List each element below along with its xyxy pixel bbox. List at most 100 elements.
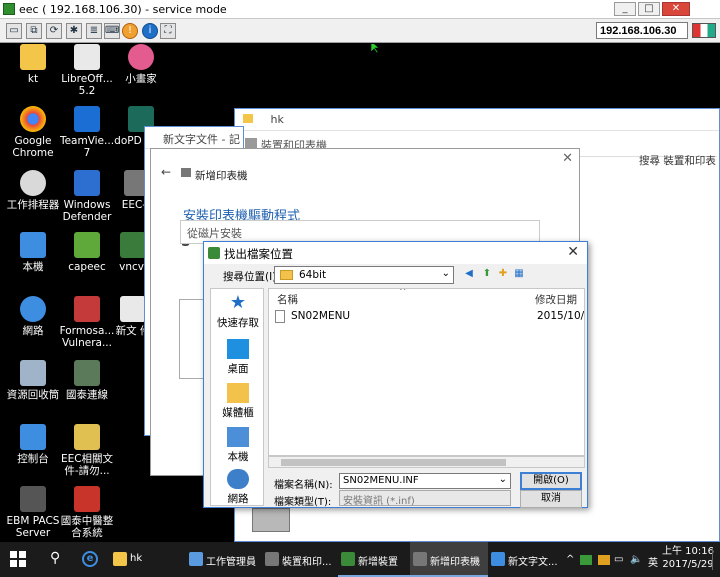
desktop-icon-paint[interactable]: 小畫家 bbox=[112, 44, 170, 85]
maximize-button[interactable]: □ bbox=[638, 2, 660, 16]
internet-explorer-icon[interactable]: e bbox=[82, 551, 98, 567]
document-icon bbox=[74, 44, 100, 70]
taskbar: ⚲ e hk 工作管理員 裝置和印... 新增裝置 新增印表機 新文字文... … bbox=[0, 542, 720, 577]
windows-start-icon[interactable] bbox=[10, 551, 26, 567]
desktop-icon-this-pc[interactable]: 本機 bbox=[4, 232, 62, 273]
desktop-icon-cathay-tcm[interactable]: 國泰中醫整合系統 bbox=[58, 486, 116, 539]
star-icon: ★ bbox=[229, 292, 247, 313]
desktop-icon-task-scheduler[interactable]: 工作排程器 bbox=[4, 170, 62, 211]
app-icon bbox=[74, 486, 100, 512]
desktop-icon-cathay-link[interactable]: 國泰連線 bbox=[58, 360, 116, 401]
find-file-dialog[interactable]: 找出檔案位置 ✕ 搜尋位置(I): 64bit ⌄ ◀ ⬆ ✚ ▦ ★ 快速存取… bbox=[203, 241, 588, 508]
close-button[interactable]: ✕ bbox=[662, 2, 690, 16]
hk-window-title: hk bbox=[270, 113, 284, 126]
vnc-icon bbox=[120, 232, 146, 258]
up-folder-icon[interactable]: ⬆ bbox=[480, 267, 494, 281]
open-button[interactable]: 開啟(O) bbox=[520, 472, 582, 490]
devices-search-box[interactable]: 搜尋 裝置和印表 bbox=[639, 153, 716, 168]
filetype-select[interactable]: 安裝資訊 (*.inf) bbox=[339, 490, 511, 507]
place-quick-access[interactable]: ★ 快速存取 bbox=[211, 293, 265, 330]
place-this-pc[interactable]: 本機 bbox=[211, 427, 265, 464]
desktop-icon-chrome[interactable]: Google Chrome bbox=[4, 106, 62, 159]
desktop-icon-network[interactable]: 網路 bbox=[4, 296, 62, 337]
fullscreen-icon[interactable]: ⛶ bbox=[160, 23, 176, 39]
desktop-icon-ebm-pacs[interactable]: EBM PACS Server bbox=[4, 486, 62, 539]
taskbar-clock[interactable]: 上午 10:16 2017/5/29 bbox=[662, 545, 714, 571]
tray-warning-icon[interactable] bbox=[598, 555, 610, 565]
add-device-icon bbox=[341, 552, 355, 566]
taskbar-item-add-printer[interactable]: 新增印表機 bbox=[410, 542, 488, 577]
view-menu-icon[interactable]: ▦ bbox=[512, 267, 526, 281]
file-dialog-title: 找出檔案位置 bbox=[224, 247, 293, 261]
desktop-icon-kt[interactable]: kt bbox=[4, 44, 62, 85]
new-folder-icon[interactable]: ✚ bbox=[496, 267, 510, 281]
network-icon bbox=[20, 296, 46, 322]
back-arrow-icon[interactable]: ← bbox=[161, 165, 171, 179]
refresh-icon[interactable]: ⟳ bbox=[46, 23, 62, 39]
column-header-date[interactable]: 修改日期 bbox=[535, 292, 577, 307]
flag-icon bbox=[692, 23, 716, 38]
wizard-header: 新增印表機 bbox=[195, 170, 248, 182]
vnc-window-title: eec ( 192.168.106.30) - service mode bbox=[19, 3, 227, 16]
network-icon bbox=[227, 469, 249, 489]
taskbar-item-hk[interactable]: hk bbox=[110, 542, 176, 577]
folder-icon bbox=[280, 270, 293, 280]
desktop-icon-teamviewer[interactable]: TeamVie... 7 bbox=[58, 106, 116, 159]
taskbar-item-notepad[interactable]: 新文字文... bbox=[488, 542, 562, 577]
desktop-icon-eec-docs[interactable]: EEC相關文件-請勿... bbox=[58, 424, 116, 477]
task-manager-icon bbox=[189, 552, 203, 566]
show-desktop-button[interactable] bbox=[712, 548, 718, 570]
notepad-window-title: 新文字文件 - 記 bbox=[163, 133, 240, 146]
ctrl-esc-icon[interactable]: ≣ bbox=[86, 23, 102, 39]
column-header-name[interactable]: 名稱 bbox=[277, 292, 298, 307]
desktop-icon-recycle-bin[interactable]: 資源回收筒 bbox=[4, 360, 62, 401]
search-icon[interactable]: ⚲ bbox=[50, 550, 60, 566]
ctrl-alt-del-icon[interactable]: ✱ bbox=[66, 23, 82, 39]
place-libraries[interactable]: 媒體櫃 bbox=[211, 383, 265, 420]
computer-icon bbox=[227, 427, 249, 447]
file-date: 2015/10/2 bbox=[537, 310, 585, 322]
ime-indicator[interactable]: 英 bbox=[648, 554, 658, 569]
horizontal-scrollbar[interactable] bbox=[268, 456, 585, 468]
file-dialog-close-icon[interactable]: ✕ bbox=[567, 244, 579, 260]
folder-icon bbox=[20, 44, 46, 70]
dialog-app-icon bbox=[208, 247, 220, 259]
tray-app-icon[interactable] bbox=[580, 555, 592, 565]
printer-icon bbox=[265, 552, 279, 566]
sort-arrow-icon: ^ bbox=[399, 288, 407, 297]
network-tray-icon[interactable]: ▭ bbox=[614, 554, 623, 565]
info-icon[interactable]: i bbox=[142, 23, 158, 39]
lookin-value: 64bit bbox=[299, 269, 327, 281]
printer-icon bbox=[181, 168, 191, 177]
clock-icon bbox=[20, 170, 46, 196]
lookin-dropdown[interactable]: 64bit ⌄ bbox=[274, 266, 454, 284]
place-network[interactable]: 網路 bbox=[211, 469, 265, 506]
connection-info-icon[interactable]: ⧉ bbox=[26, 23, 42, 39]
file-list[interactable]: 名稱 ^ 修改日期 SN02MENU 2015/10/2 bbox=[268, 288, 585, 456]
options-icon[interactable]: ▭ bbox=[6, 23, 22, 39]
vnc-titlebar: eec ( 192.168.106.30) - service mode _ □… bbox=[0, 0, 720, 19]
taskbar-item-task-manager[interactable]: 工作管理員 bbox=[186, 542, 262, 577]
taskbar-item-devices[interactable]: 裝置和印... bbox=[262, 542, 338, 577]
scrollbar-thumb[interactable] bbox=[281, 459, 506, 466]
desktop-icon-libreoffice[interactable]: LibreOff... 5.2 bbox=[58, 44, 116, 97]
clock-date: 2017/5/29 bbox=[662, 559, 714, 570]
chevron-up-icon[interactable]: ^ bbox=[566, 554, 574, 565]
filename-field[interactable]: SN02MENU.INF ⌄ bbox=[339, 473, 511, 489]
place-desktop[interactable]: 桌面 bbox=[211, 339, 265, 376]
alert-icon[interactable]: ! bbox=[122, 23, 138, 39]
minimize-button[interactable]: _ bbox=[614, 2, 636, 16]
desktop-icon-control-panel[interactable]: 控制台 bbox=[4, 424, 62, 465]
back-icon[interactable]: ◀ bbox=[462, 267, 476, 281]
vnc-address-field[interactable] bbox=[596, 22, 688, 39]
volume-icon[interactable]: 🔈 bbox=[630, 554, 642, 565]
disk-dialog-title: 從磁片安裝 bbox=[187, 227, 242, 240]
wizard-close-icon[interactable]: ✕ bbox=[562, 151, 573, 166]
notepad-icon bbox=[491, 552, 505, 566]
inf-file-icon bbox=[275, 310, 285, 323]
taskbar-item-add-device[interactable]: 新增裝置 bbox=[338, 542, 410, 577]
file-row[interactable]: SN02MENU 2015/10/2 bbox=[275, 309, 585, 325]
send-ctrl-icon[interactable]: ⌨ bbox=[104, 23, 120, 39]
chevron-down-icon: ⌄ bbox=[498, 474, 507, 485]
cancel-button[interactable]: 取消 bbox=[520, 490, 582, 508]
